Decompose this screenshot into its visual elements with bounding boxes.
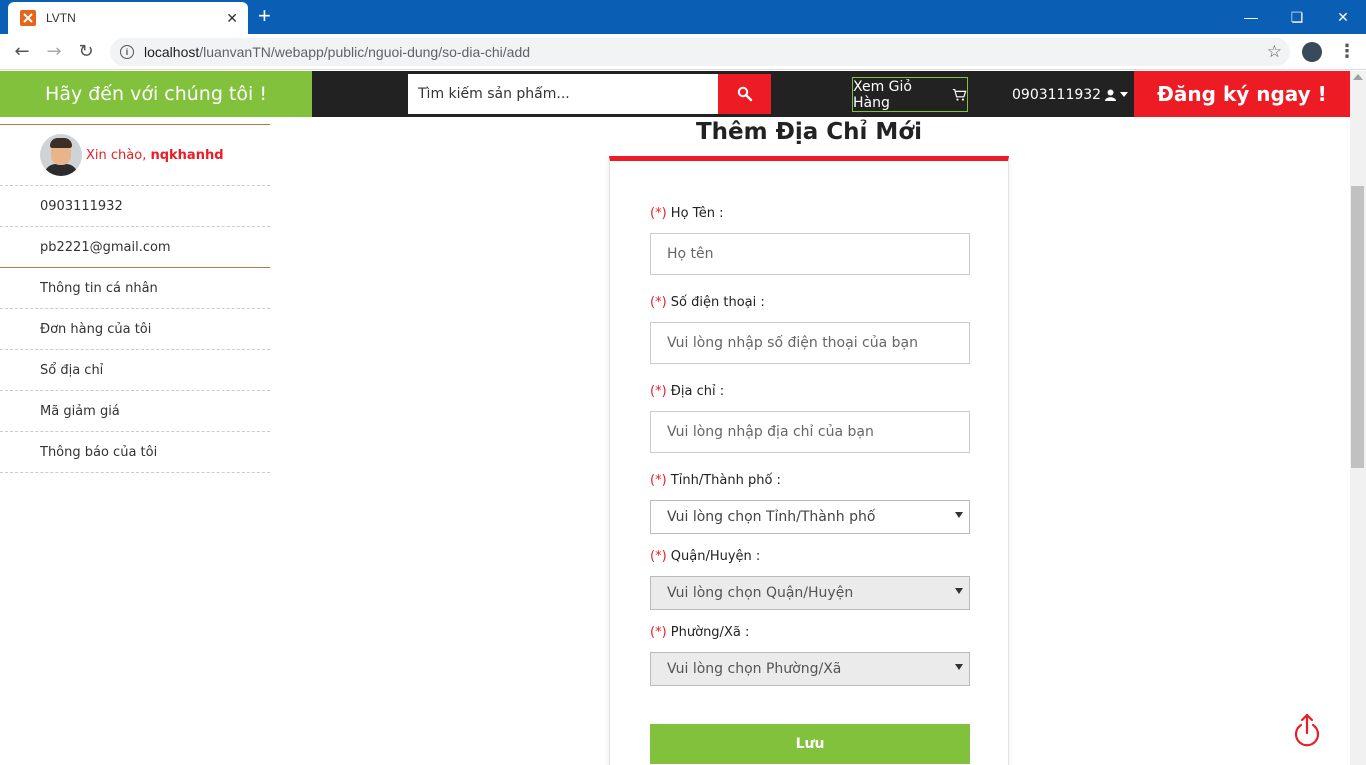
- phone-input[interactable]: [650, 322, 970, 364]
- caret-down-icon: [1120, 91, 1129, 97]
- tab-title: LVTN: [46, 11, 76, 25]
- browser-menu-icon[interactable]: ⋮: [1338, 40, 1356, 64]
- header-bar: Xem Giỏ Hàng 0903111932: [312, 71, 1134, 117]
- ward-label-text: Phường/Xã :: [670, 625, 750, 640]
- reload-icon[interactable]: ↻: [76, 42, 96, 62]
- address-bar: ← → ↻ i localhost/luanvanTN/webapp/publi…: [0, 34, 1366, 70]
- user-phone: 0903111932: [1012, 86, 1102, 103]
- sidebar-item-address-book[interactable]: Sổ địa chỉ: [0, 350, 270, 391]
- name-input[interactable]: [650, 233, 970, 275]
- required-mark: (*): [650, 206, 667, 221]
- ward-select-value: Vui lòng chọn Phường/Xã: [667, 661, 842, 677]
- back-icon[interactable]: ←: [12, 42, 32, 62]
- ward-label: (*) Phường/Xã :: [650, 625, 749, 640]
- window-close-icon[interactable]: ✕: [1320, 0, 1366, 34]
- district-select-value: Vui lòng chọn Quận/Huyện: [667, 585, 854, 601]
- user-greeting: Xin chào, nqkhanhd: [0, 124, 270, 186]
- district-select[interactable]: Vui lòng chọn Quận/Huyện: [650, 576, 970, 610]
- name-label: (*) Họ Tên :: [650, 206, 724, 221]
- header-tagline: Hãy đến với chúng tôi !: [0, 71, 312, 117]
- district-label-text: Quận/Huyện :: [670, 549, 761, 564]
- address-label-text: Địa chỉ :: [670, 384, 725, 399]
- save-button[interactable]: Lưu: [650, 724, 970, 764]
- scrollbar-thumb[interactable]: [1351, 186, 1364, 468]
- select-caret-icon: [955, 512, 963, 518]
- sidebar-item-my-orders[interactable]: Đơn hàng của tôi: [0, 309, 270, 350]
- omnibox[interactable]: i localhost/luanvanTN/webapp/public/nguo…: [110, 38, 1290, 66]
- name-label-text: Họ Tên :: [670, 206, 724, 221]
- province-label-text: Tỉnh/Thành phố :: [670, 473, 781, 488]
- address-form: (*) Họ Tên : (*) Số điện thoại : (*) Địa…: [609, 156, 1009, 765]
- address-input[interactable]: [650, 411, 970, 453]
- xampp-favicon-icon: [20, 10, 36, 26]
- sidebar-item-notifications[interactable]: Thông báo của tôi: [0, 432, 270, 473]
- phone-label-text: Số điện thoại :: [670, 295, 765, 310]
- page-title: Thêm Địa Chỉ Mới: [695, 119, 923, 145]
- phone-label: (*) Số điện thoại :: [650, 295, 765, 310]
- url-path: /luanvanTN/webapp/public/nguoi-dung/so-d…: [199, 44, 531, 60]
- required-mark: (*): [650, 473, 667, 488]
- select-caret-icon: [955, 664, 963, 670]
- username: nqkhanhd: [150, 147, 224, 163]
- restore-icon[interactable]: ❏: [1274, 0, 1320, 34]
- district-label: (*) Quận/Huyện :: [650, 549, 760, 564]
- url-host: localhost: [144, 44, 200, 60]
- extension-icon[interactable]: [1302, 42, 1322, 62]
- province-select[interactable]: Vui lòng chọn Tỉnh/Thành phố: [650, 500, 970, 534]
- browser-tab[interactable]: LVTN ✕: [8, 2, 248, 34]
- required-mark: (*): [650, 384, 667, 399]
- search-button[interactable]: [718, 74, 771, 114]
- required-mark: (*): [650, 295, 667, 310]
- account-sidebar: Xin chào, nqkhanhd 0903111932 pb2221@gma…: [0, 124, 270, 473]
- user-menu-button[interactable]: 0903111932: [1012, 77, 1129, 112]
- select-caret-icon: [955, 588, 963, 594]
- sidebar-menu: Thông tin cá nhân Đơn hàng của tôi Sổ đị…: [0, 268, 270, 473]
- back-to-top-icon[interactable]: [1292, 711, 1322, 747]
- required-mark: (*): [650, 625, 667, 640]
- forward-icon[interactable]: →: [44, 42, 64, 62]
- view-cart-button[interactable]: Xem Giỏ Hàng: [852, 77, 968, 112]
- user-icon: [1105, 89, 1117, 101]
- search-input[interactable]: [408, 74, 718, 114]
- site-info-icon[interactable]: i: [120, 45, 134, 59]
- register-now-button[interactable]: Đăng ký ngay !: [1134, 71, 1350, 117]
- minimize-icon[interactable]: —: [1228, 0, 1274, 34]
- sidebar-email: pb2221@gmail.com: [0, 227, 270, 268]
- page: Hãy đến với chúng tôi ! Xem Giỏ Hàng 090…: [0, 71, 1350, 765]
- cart-icon: [953, 88, 967, 101]
- bookmark-star-icon[interactable]: ☆: [1267, 42, 1282, 62]
- greeting-text: Xin chào, nqkhanhd: [86, 148, 224, 163]
- sidebar-phone: 0903111932: [0, 186, 270, 227]
- sidebar-item-coupons[interactable]: Mã giảm giá: [0, 391, 270, 432]
- avatar: [40, 134, 82, 176]
- sidebar-item-personal-info[interactable]: Thông tin cá nhân: [0, 268, 270, 309]
- province-select-value: Vui lòng chọn Tỉnh/Thành phố: [667, 509, 876, 525]
- ward-select[interactable]: Vui lòng chọn Phường/Xã: [650, 652, 970, 686]
- search-icon: [737, 86, 752, 102]
- new-tab-icon[interactable]: +: [258, 5, 271, 27]
- url-text[interactable]: localhost/luanvanTN/webapp/public/nguoi-…: [144, 44, 530, 60]
- tab-close-icon[interactable]: ✕: [226, 11, 238, 25]
- cart-label: Xem Giỏ Hàng: [853, 78, 912, 111]
- scroll-up-icon[interactable]: [1353, 74, 1363, 80]
- province-label: (*) Tỉnh/Thành phố :: [650, 473, 781, 488]
- address-label: (*) Địa chỉ :: [650, 384, 724, 399]
- browser-tab-bar: LVTN ✕ + — ❏ ✕: [0, 0, 1366, 34]
- greeting-prefix: Xin chào,: [86, 147, 147, 163]
- required-mark: (*): [650, 549, 667, 564]
